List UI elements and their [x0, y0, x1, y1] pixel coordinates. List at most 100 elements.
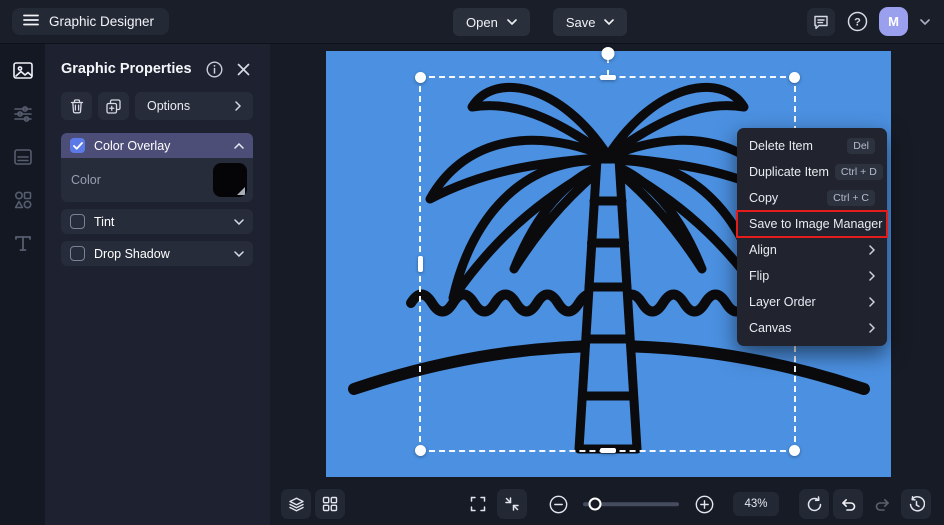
panel-header: Graphic Properties — [61, 59, 253, 79]
menu-item-copy[interactable]: Copy Ctrl + C — [737, 185, 887, 211]
delete-graphic-button[interactable] — [61, 92, 92, 120]
chevron-down-icon — [604, 19, 614, 25]
shortcut-badge: Del — [847, 138, 875, 154]
open-button[interactable]: Open — [453, 8, 530, 36]
rail-item-adjustments[interactable] — [9, 100, 37, 128]
color-swatch[interactable] — [213, 163, 247, 197]
menu-item-label: Align — [749, 243, 863, 257]
menu-item-delete-item[interactable]: Delete Item Del — [737, 133, 887, 159]
options-button[interactable]: Options — [135, 92, 253, 120]
duplicate-graphic-button[interactable] — [98, 92, 129, 120]
menu-item-duplicate-item[interactable]: Duplicate Item Ctrl + D — [737, 159, 887, 185]
grid-icon — [322, 496, 338, 512]
file-actions: Open Save — [453, 8, 627, 36]
shortcut-badge: Ctrl + C — [827, 190, 875, 206]
drop-shadow-section-header[interactable]: Drop Shadow — [61, 241, 253, 266]
check-icon — [73, 142, 83, 150]
resize-handle-left[interactable] — [418, 256, 423, 272]
menu-item-layer-order[interactable]: Layer Order — [737, 289, 887, 315]
zoom-slider[interactable] — [583, 489, 679, 519]
svg-text:?: ? — [854, 17, 861, 29]
menu-item-canvas[interactable]: Canvas — [737, 315, 887, 341]
info-icon — [206, 61, 223, 78]
info-button[interactable] — [204, 59, 224, 79]
rail-item-text[interactable] — [9, 229, 37, 257]
zoom-out-button[interactable] — [545, 489, 571, 519]
trash-icon — [70, 99, 84, 114]
rail-item-elements[interactable] — [9, 186, 37, 214]
refresh-icon — [806, 496, 823, 513]
color-overlay-checkbox[interactable] — [70, 138, 85, 153]
pages-grid-button[interactable] — [315, 489, 345, 519]
undo-button[interactable] — [833, 489, 863, 519]
tint-checkbox[interactable] — [70, 214, 85, 229]
graphic-properties-panel: Graphic Properties — [45, 44, 270, 525]
close-panel-button[interactable] — [233, 59, 253, 79]
rotate-handle[interactable] — [601, 47, 614, 60]
toolbar-history-group — [799, 489, 931, 519]
resize-handle-top-right[interactable] — [789, 72, 800, 83]
close-icon — [237, 63, 250, 76]
menu-item-flip[interactable]: Flip — [737, 263, 887, 289]
save-button[interactable]: Save — [553, 8, 628, 36]
menu-item-label: Layer Order — [749, 295, 863, 309]
fullscreen-icon — [470, 496, 486, 512]
color-overlay-section-header[interactable]: Color Overlay — [61, 133, 253, 158]
help-button[interactable]: ? — [845, 10, 869, 34]
image-icon — [12, 60, 34, 82]
top-bar: Graphic Designer Open Save ? — [0, 0, 944, 44]
menu-item-label: Flip — [749, 269, 863, 283]
menu-item-label: Duplicate Item — [749, 165, 829, 179]
chevron-up-icon — [234, 143, 244, 149]
menu-item-save-to-image-manager[interactable]: Save to Image Manager — [737, 211, 887, 237]
zoom-slider-knob[interactable] — [588, 498, 601, 511]
drop-shadow-label: Drop Shadow — [94, 247, 225, 261]
resize-handle-top[interactable] — [600, 75, 616, 80]
submenu-chevron-icon — [869, 245, 875, 255]
rail-item-graphics[interactable] — [9, 57, 37, 85]
topbar-right-actions: ? M — [807, 7, 932, 36]
refresh-button[interactable] — [799, 489, 829, 519]
context-menu: Delete Item Del Duplicate Item Ctrl + D … — [737, 128, 887, 346]
workspace: Delete Item Del Duplicate Item Ctrl + D … — [270, 44, 944, 525]
layers-icon — [288, 496, 305, 513]
tint-section-header[interactable]: Tint — [61, 209, 253, 234]
submenu-chevron-icon — [869, 323, 875, 333]
drop-shadow-checkbox[interactable] — [70, 246, 85, 261]
shapes-icon — [12, 189, 34, 211]
rail-item-templates[interactable] — [9, 143, 37, 171]
user-avatar[interactable]: M — [879, 7, 908, 36]
fullscreen-button[interactable] — [463, 489, 493, 519]
toolbar-left-group — [281, 489, 345, 519]
submenu-chevron-icon — [869, 271, 875, 281]
main-menu-button[interactable]: Graphic Designer — [12, 8, 169, 35]
layers-button[interactable] — [281, 489, 311, 519]
menu-item-label: Canvas — [749, 321, 863, 335]
account-menu-button[interactable] — [918, 10, 932, 34]
resize-handle-bottom-right[interactable] — [789, 445, 800, 456]
zoom-in-button[interactable] — [691, 489, 717, 519]
open-button-label: Open — [466, 15, 498, 30]
chat-icon — [813, 14, 829, 30]
text-icon — [12, 232, 34, 254]
resize-handle-bottom[interactable] — [600, 448, 616, 453]
feedback-button[interactable] — [807, 8, 835, 36]
redo-button[interactable] — [867, 489, 897, 519]
left-tool-rail — [0, 44, 45, 525]
template-icon — [12, 146, 34, 168]
chevron-down-icon — [920, 19, 930, 25]
chevron-down-icon — [234, 219, 244, 225]
options-label: Options — [147, 99, 190, 113]
sliders-icon — [12, 103, 34, 125]
fit-to-screen-button[interactable] — [497, 489, 527, 519]
zoom-out-icon — [549, 495, 568, 514]
menu-item-align[interactable]: Align — [737, 237, 887, 263]
app-title: Graphic Designer — [49, 14, 154, 29]
history-reset-button[interactable] — [901, 489, 931, 519]
bottom-toolbar: 43% — [270, 483, 944, 525]
zoom-in-icon — [695, 495, 714, 514]
hamburger-menu-icon — [23, 14, 39, 29]
chevron-down-icon — [507, 19, 517, 25]
resize-handle-bottom-left[interactable] — [415, 445, 426, 456]
resize-handle-top-left[interactable] — [415, 72, 426, 83]
